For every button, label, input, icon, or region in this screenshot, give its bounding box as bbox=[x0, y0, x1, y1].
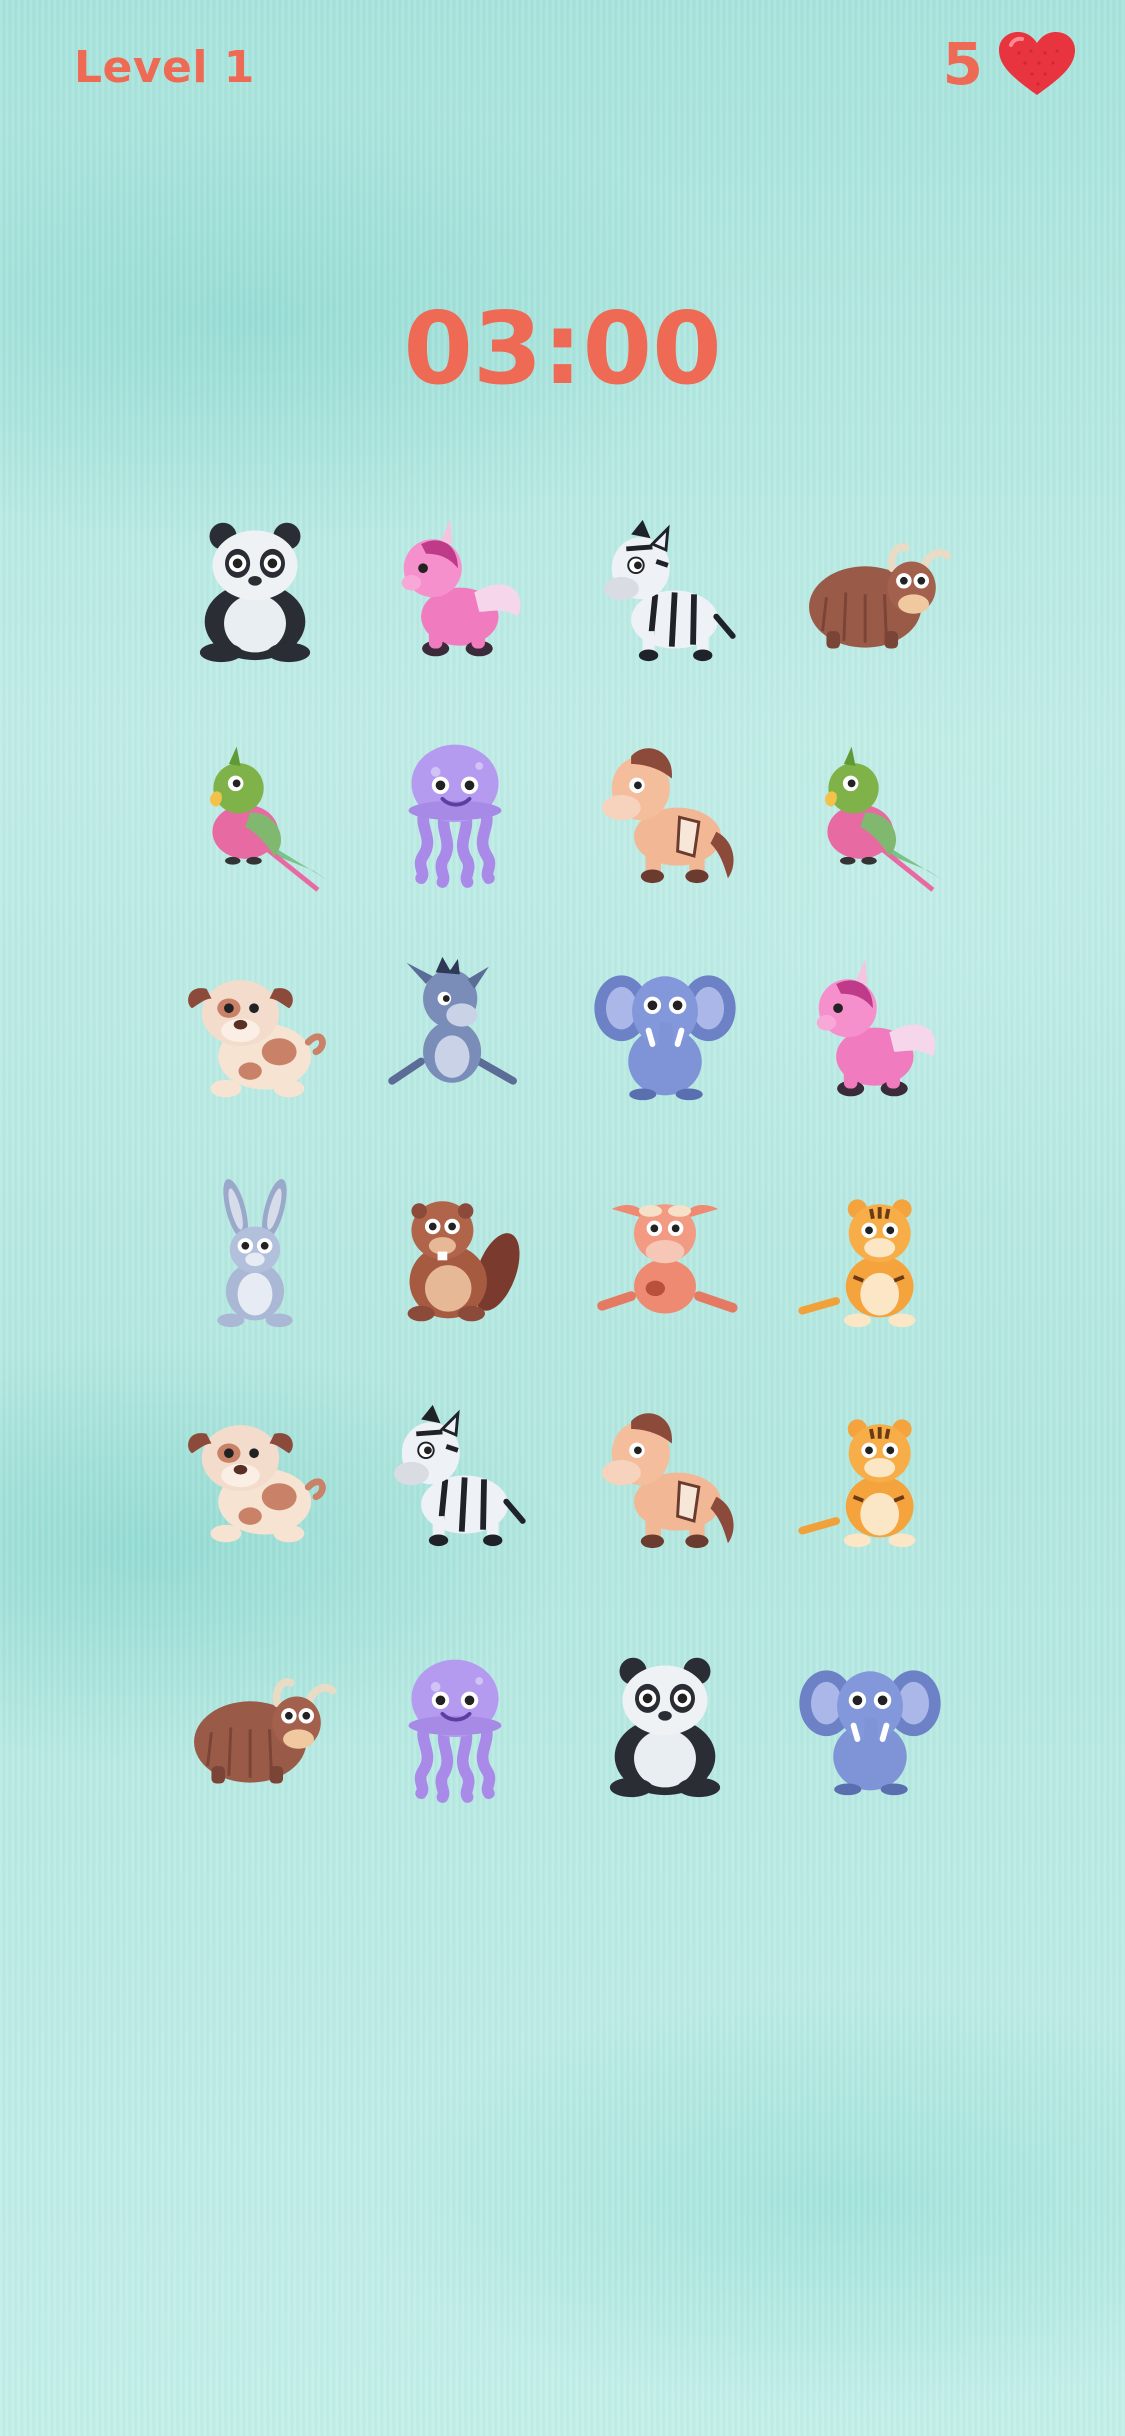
tiger-icon bbox=[798, 1419, 916, 1548]
parrot-icon bbox=[210, 746, 328, 892]
unicorn-icon bbox=[816, 958, 936, 1097]
jellyfish-icon bbox=[408, 744, 502, 888]
zebra-icon bbox=[604, 519, 736, 662]
donkey-icon bbox=[388, 956, 517, 1085]
card-rabbit[interactable] bbox=[170, 1170, 340, 1340]
dog-icon bbox=[188, 1425, 326, 1543]
card-zebra[interactable] bbox=[580, 505, 750, 675]
card-cow[interactable] bbox=[580, 1170, 750, 1340]
card-elephant[interactable] bbox=[785, 1640, 955, 1810]
card-yak[interactable] bbox=[785, 505, 955, 675]
card-dog[interactable] bbox=[170, 1390, 340, 1560]
card-horse[interactable] bbox=[580, 1390, 750, 1560]
card-unicorn[interactable] bbox=[370, 505, 540, 675]
card-tiger[interactable] bbox=[785, 1390, 955, 1560]
card-jellyfish[interactable] bbox=[370, 1640, 540, 1810]
horse-icon bbox=[602, 1413, 734, 1549]
cow-icon bbox=[597, 1204, 738, 1314]
rabbit-icon bbox=[217, 1179, 293, 1328]
card-zebra[interactable] bbox=[370, 1390, 540, 1560]
elephant-icon bbox=[799, 1670, 941, 1796]
elephant-icon bbox=[594, 975, 736, 1101]
card-elephant[interactable] bbox=[580, 945, 750, 1115]
horse-icon bbox=[602, 748, 734, 884]
zebra-icon bbox=[394, 1404, 526, 1547]
card-jellyfish[interactable] bbox=[370, 725, 540, 895]
card-dog[interactable] bbox=[170, 945, 340, 1115]
parrot-icon bbox=[825, 746, 943, 892]
yak-icon bbox=[809, 543, 952, 649]
dog-icon bbox=[188, 980, 326, 1098]
tiger-icon bbox=[798, 1199, 916, 1328]
card-panda[interactable] bbox=[580, 1640, 750, 1810]
beaver-icon bbox=[407, 1201, 520, 1322]
card-yak[interactable] bbox=[170, 1640, 340, 1810]
card-horse[interactable] bbox=[580, 725, 750, 895]
card-panda[interactable] bbox=[170, 505, 340, 675]
card-parrot[interactable] bbox=[785, 725, 955, 895]
panda-icon bbox=[609, 1657, 721, 1798]
card-donkey[interactable] bbox=[370, 945, 540, 1115]
card-beaver[interactable] bbox=[370, 1170, 540, 1340]
card-parrot[interactable] bbox=[170, 725, 340, 895]
card-grid bbox=[0, 0, 1125, 2436]
yak-icon bbox=[194, 1678, 337, 1784]
jellyfish-icon bbox=[408, 1659, 502, 1803]
card-tiger[interactable] bbox=[785, 1170, 955, 1340]
unicorn-icon bbox=[401, 518, 521, 657]
panda-icon bbox=[199, 522, 311, 663]
card-unicorn[interactable] bbox=[785, 945, 955, 1115]
